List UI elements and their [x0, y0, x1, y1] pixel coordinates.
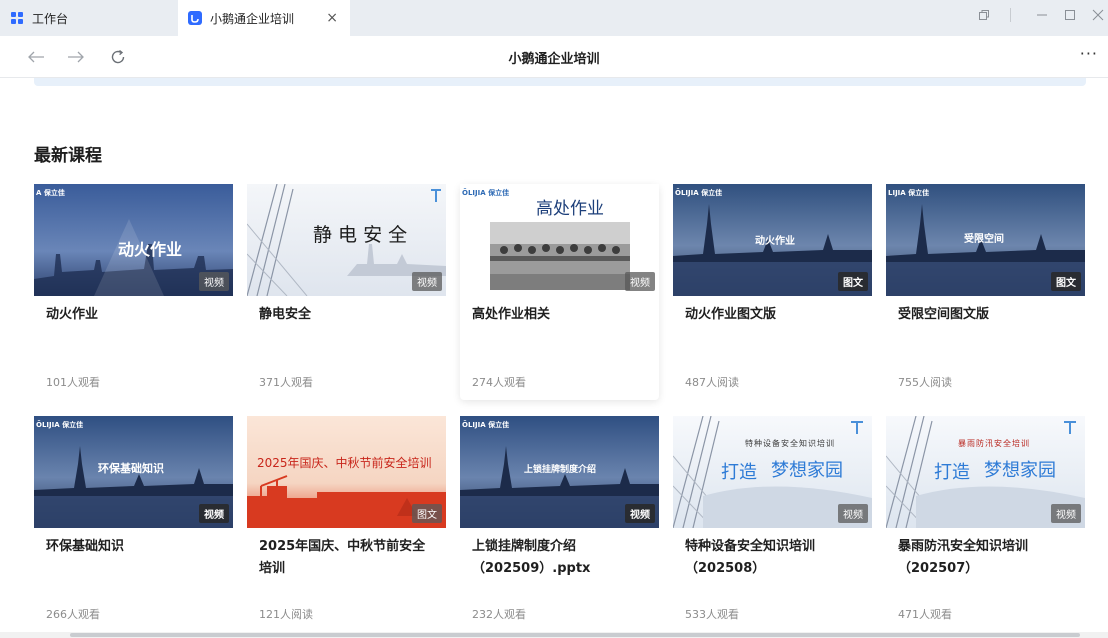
- course-title: 环保基础知识: [46, 539, 125, 554]
- view-count: 371人观看: [259, 376, 313, 389]
- view-count: 274人观看: [472, 376, 526, 389]
- tab-workbench[interactable]: 工作台: [0, 0, 178, 36]
- course-card[interactable]: 暴雨防汛安全培训 打造 梦想家园 视频 暴雨防汛安全知识培训（202507） 4…: [886, 416, 1085, 632]
- tab-label: 小鹅通企业培训: [210, 11, 295, 26]
- course-thumbnail: ÕLIJIA 保立佳 动火作业 图文: [673, 184, 872, 296]
- media-type-badge: 视频: [199, 272, 229, 291]
- course-thumbnail: 静 电 安 全 视频: [247, 184, 446, 296]
- media-type-badge: 视频: [199, 504, 229, 523]
- window-close-icon[interactable]: [1092, 0, 1104, 30]
- course-thumbnail: 特种设备安全知识培训 打造 梦想家园 视频: [673, 416, 872, 528]
- course-title: 动火作业图文版: [685, 307, 777, 322]
- thumbnail-title: 动火作业: [755, 236, 795, 247]
- course-title: 动火作业: [46, 307, 99, 322]
- brand-logo: ÕLIJIA 保立佳: [675, 189, 723, 197]
- media-type-badge: 视频: [412, 272, 442, 291]
- banner-strip: [34, 78, 1086, 86]
- course-thumbnail: A 保立佳 动火作业 视频: [34, 184, 233, 296]
- thumbnail-title: 环保基础知识: [98, 462, 164, 475]
- thumbnail-title: 2025年国庆、中秋节前安全培训: [257, 456, 432, 470]
- view-count: 121人阅读: [259, 608, 313, 621]
- course-title: 上锁挂牌制度介绍（202509）.pptx: [472, 539, 591, 576]
- more-menu-icon[interactable]: ···: [1080, 44, 1098, 63]
- media-type-badge: 图文: [838, 272, 868, 291]
- view-count: 487人阅读: [685, 376, 739, 389]
- thumbnail-title: 高处作业: [536, 199, 604, 219]
- brand-logo: ÕLIJIA 保立佳: [36, 421, 84, 429]
- course-title: 受限空间图文版: [898, 307, 990, 322]
- minimize-icon[interactable]: [1036, 0, 1048, 30]
- course-title: 高处作业相关: [472, 307, 551, 322]
- thumbnail-title: 静 电 安 全: [313, 224, 408, 246]
- course-card[interactable]: ÕLIJIA 保立佳 上锁挂牌制度介绍 视频 上锁挂牌制度介绍（202509）.…: [460, 416, 659, 632]
- course-card[interactable]: LIJIA 保立佳 受限空间 图文 受限空间图文版 755人阅读: [886, 184, 1085, 400]
- course-thumbnail: LIJIA 保立佳 受限空间 图文: [886, 184, 1085, 296]
- horizontal-scrollbar[interactable]: [0, 632, 1108, 638]
- view-count: 266人观看: [46, 608, 100, 621]
- course-card[interactable]: 2025年国庆、中秋节前安全培训 图文 2025年国庆、中秋节前安全培训 121…: [247, 416, 446, 632]
- course-thumbnail: 2025年国庆、中秋节前安全培训 图文: [247, 416, 446, 528]
- view-count: 533人观看: [685, 608, 739, 621]
- course-thumbnail: 暴雨防汛安全培训 打造 梦想家园 视频: [886, 416, 1085, 528]
- media-type-badge: 视频: [1051, 504, 1081, 523]
- course-card[interactable]: 静 电 安 全 视频 静电安全 371人观看: [247, 184, 446, 400]
- thumbnail-title-2: 梦想家园: [771, 460, 843, 481]
- course-card[interactable]: A 保立佳 动火作业 视频 动火作业 101人观看: [34, 184, 233, 400]
- media-type-badge: 视频: [625, 272, 655, 291]
- grid-apps-icon: [11, 12, 23, 24]
- course-title: 2025年国庆、中秋节前安全培训: [259, 539, 426, 576]
- scrollbar-thumb[interactable]: [70, 633, 1080, 637]
- course-card[interactable]: 特种设备安全知识培训 打造 梦想家园 视频 特种设备安全知识培训（202508）…: [673, 416, 872, 632]
- tab-xiaoetong[interactable]: 小鹅通企业培训 ×: [178, 0, 350, 36]
- thumbnail-title: 上锁挂牌制度介绍: [524, 465, 597, 475]
- browser-tab-bar: 工作台 小鹅通企业培训 ×: [0, 0, 1108, 36]
- thumbnail-title: 受限空间: [964, 234, 1004, 245]
- address-bar: 小鹅通企业培训 ···: [0, 36, 1108, 78]
- thumbnail-title-2: 梦想家园: [984, 460, 1056, 481]
- media-type-badge: 图文: [412, 504, 442, 523]
- view-count: 232人观看: [472, 608, 526, 621]
- brand-logo: A 保立佳: [36, 189, 65, 197]
- brand-logo: LIJIA 保立佳: [888, 189, 930, 197]
- media-type-badge: 视频: [838, 504, 868, 523]
- course-card[interactable]: ÕLIJIA 保立佳 环保基础知识 视频 环保基础知识 266人观看: [34, 416, 233, 632]
- view-count: 101人观看: [46, 376, 100, 389]
- course-thumbnail: ÕLIJIA 保立佳 高处作业 视频: [460, 184, 659, 296]
- app-logo-icon: [188, 11, 202, 25]
- brand-logo: ÕLIJIA 保立佳: [462, 421, 510, 429]
- thumbnail-title: 打造: [721, 462, 757, 483]
- brand-logo: ÕLIJIA 保立佳: [462, 189, 510, 197]
- maximize-icon[interactable]: [1064, 0, 1076, 30]
- close-icon[interactable]: ×: [326, 10, 338, 26]
- course-thumbnail: ÕLIJIA 保立佳 环保基础知识 视频: [34, 416, 233, 528]
- thumbnail-title: 动火作业: [118, 240, 183, 259]
- course-title: 特种设备安全知识培训（202508）: [685, 539, 816, 576]
- course-title: 静电安全: [259, 307, 312, 322]
- page-title: 小鹅通企业培训: [508, 52, 600, 67]
- view-count: 755人阅读: [898, 376, 952, 389]
- divider: [1010, 8, 1011, 22]
- course-card[interactable]: ÕLIJIA 保立佳 动火作业 图文 动火作业图文版 487人阅读: [673, 184, 872, 400]
- tab-label: 工作台: [32, 11, 69, 26]
- restore-tab-icon[interactable]: [978, 0, 990, 30]
- view-count: 471人观看: [898, 608, 952, 621]
- section-title: 最新课程: [34, 146, 102, 166]
- thumbnail-title: 打造: [934, 462, 970, 483]
- thumbnail-subtitle: 特种设备安全知识培训: [745, 439, 835, 448]
- media-type-badge: 视频: [625, 504, 655, 523]
- media-type-badge: 图文: [1051, 272, 1081, 291]
- course-title: 暴雨防汛安全知识培训（202507）: [898, 539, 1029, 576]
- course-thumbnail: ÕLIJIA 保立佳 上锁挂牌制度介绍 视频: [460, 416, 659, 528]
- thumbnail-subtitle: 暴雨防汛安全培训: [958, 439, 1030, 448]
- course-card[interactable]: ÕLIJIA 保立佳 高处作业 视频 高处作业相关 274人观看: [460, 184, 659, 400]
